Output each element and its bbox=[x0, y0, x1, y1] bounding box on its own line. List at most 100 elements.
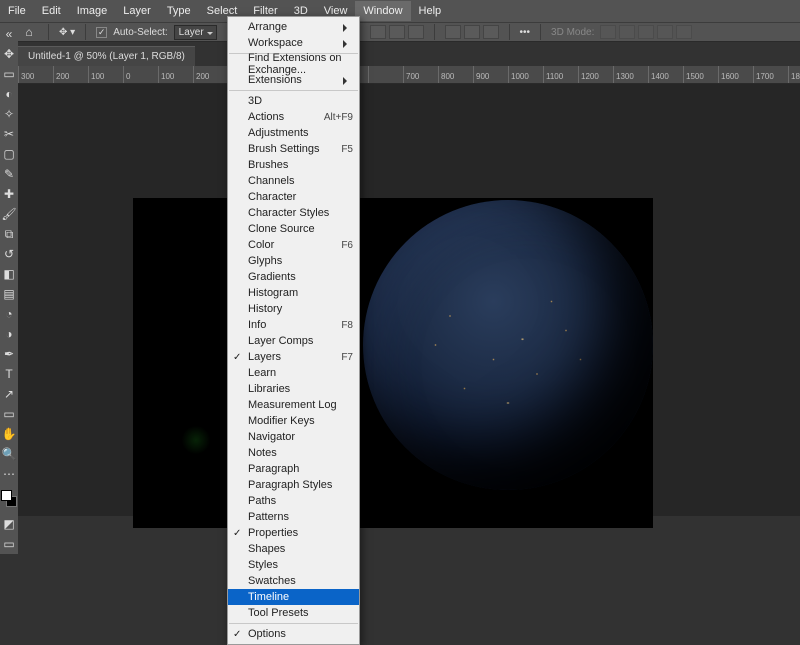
menu-item-learn[interactable]: Learn bbox=[228, 365, 359, 381]
move-tool[interactable]: ✥ bbox=[0, 44, 18, 64]
align-right-icon[interactable] bbox=[408, 25, 424, 39]
eyedrop-tool[interactable]: ✎ bbox=[0, 164, 18, 184]
eraser-tool[interactable]: ◧ bbox=[0, 264, 18, 284]
3d-zoom-icon[interactable] bbox=[676, 25, 692, 39]
frame-tool[interactable]: ▢ bbox=[0, 144, 18, 164]
menu-item-swatches[interactable]: Swatches bbox=[228, 573, 359, 589]
type-tool[interactable]: T bbox=[0, 364, 18, 384]
menu-type[interactable]: Type bbox=[159, 1, 199, 21]
menu-help[interactable]: Help bbox=[411, 1, 450, 21]
menu-item-paths[interactable]: Paths bbox=[228, 493, 359, 509]
stamp-tool[interactable]: ⧉ bbox=[0, 224, 18, 244]
home-icon[interactable]: ⌂ bbox=[20, 22, 38, 42]
menu-item-label: Brush Settings bbox=[248, 143, 320, 155]
menu-item-actions[interactable]: ActionsAlt+F9 bbox=[228, 109, 359, 125]
shape-tool[interactable]: ▭ bbox=[0, 404, 18, 424]
menu-item-arrange[interactable]: Arrange bbox=[228, 19, 359, 35]
menu-item-label: Character Styles bbox=[248, 207, 329, 219]
menu-item-styles[interactable]: Styles bbox=[228, 557, 359, 573]
menu-edit[interactable]: Edit bbox=[34, 1, 69, 21]
dodge-tool[interactable]: ◑ bbox=[0, 324, 18, 344]
align-middle-icon[interactable] bbox=[464, 25, 480, 39]
document-canvas[interactable] bbox=[133, 198, 653, 528]
lasso-tool[interactable]: ◐ bbox=[0, 84, 18, 104]
3d-orbit-icon[interactable] bbox=[600, 25, 616, 39]
align-center-icon[interactable] bbox=[389, 25, 405, 39]
ruler-tick: 700 bbox=[403, 66, 438, 83]
align-bottom-icon[interactable] bbox=[483, 25, 499, 39]
gradient-tool[interactable]: ▤ bbox=[0, 284, 18, 304]
3d-slide-icon[interactable] bbox=[657, 25, 673, 39]
menu-item-label: Arrange bbox=[248, 21, 287, 33]
more-align-icon[interactable]: ••• bbox=[520, 27, 531, 38]
menu-item-notes[interactable]: Notes bbox=[228, 445, 359, 461]
menu-item-3d[interactable]: 3D bbox=[228, 93, 359, 109]
align-left-icon[interactable] bbox=[370, 25, 386, 39]
menu-item-color[interactable]: ColorF6 bbox=[228, 237, 359, 253]
menu-item-navigator[interactable]: Navigator bbox=[228, 429, 359, 445]
align-top-icon[interactable] bbox=[445, 25, 461, 39]
menu-item-clone-source[interactable]: Clone Source bbox=[228, 221, 359, 237]
zoom-tool[interactable]: 🔍 bbox=[0, 444, 18, 464]
menu-layer[interactable]: Layer bbox=[115, 1, 159, 21]
window-menu-dropdown: Arrange Workspace Find Extensions on Excha… bbox=[227, 16, 360, 645]
menu-item-gradients[interactable]: Gradients bbox=[228, 269, 359, 285]
menu-item-label: Styles bbox=[248, 559, 278, 571]
menu-item-measurement-log[interactable]: Measurement Log bbox=[228, 397, 359, 413]
menu-item-properties[interactable]: ✓Properties bbox=[228, 525, 359, 541]
menu-item-options[interactable]: ✓Options bbox=[228, 626, 359, 642]
marquee-tool[interactable]: ▭ bbox=[0, 64, 18, 84]
move-tool-icon[interactable]: ✥ ▾ bbox=[59, 27, 75, 38]
menu-item-layer-comps[interactable]: Layer Comps bbox=[228, 333, 359, 349]
hand-tool[interactable]: ✋ bbox=[0, 424, 18, 444]
menu-item-shapes[interactable]: Shapes bbox=[228, 541, 359, 557]
3d-roll-icon[interactable] bbox=[619, 25, 635, 39]
crop-tool[interactable]: ✂ bbox=[0, 124, 18, 144]
menu-item-find-extensions-on-exchange-[interactable]: Find Extensions on Exchange... bbox=[228, 56, 359, 72]
history-brush-tool[interactable]: ↺ bbox=[0, 244, 18, 264]
menu-item-paragraph[interactable]: Paragraph bbox=[228, 461, 359, 477]
menu-file[interactable]: File bbox=[0, 1, 34, 21]
heal-tool[interactable]: ✚ bbox=[0, 184, 18, 204]
menu-item-extensions[interactable]: Extensions bbox=[228, 72, 359, 88]
menu-item-label: Clone Source bbox=[248, 223, 315, 235]
menu-item-glyphs[interactable]: Glyphs bbox=[228, 253, 359, 269]
menu-item-history[interactable]: History bbox=[228, 301, 359, 317]
menu-item-character[interactable]: Character bbox=[228, 189, 359, 205]
collapse-tools-icon[interactable]: « bbox=[0, 24, 18, 44]
color-swatches[interactable] bbox=[0, 490, 18, 514]
path-tool[interactable]: ↗ bbox=[0, 384, 18, 404]
menu-item-timeline[interactable]: Timeline bbox=[228, 589, 359, 605]
auto-select-checkbox[interactable]: ✓ bbox=[96, 27, 107, 38]
quick-mask-icon[interactable]: ◩ bbox=[0, 514, 18, 534]
menu-item-brush-settings[interactable]: Brush SettingsF5 bbox=[228, 141, 359, 157]
document-tab[interactable]: Untitled-1 @ 50% (Layer 1, RGB/8) bbox=[18, 46, 195, 66]
blur-tool[interactable]: ◔ bbox=[0, 304, 18, 324]
menu-item-patterns[interactable]: Patterns bbox=[228, 509, 359, 525]
menu-image[interactable]: Image bbox=[69, 1, 116, 21]
ruler-tick: 1500 bbox=[683, 66, 718, 83]
menu-item-workspace[interactable]: Workspace bbox=[228, 35, 359, 51]
menu-window[interactable]: Window bbox=[355, 1, 410, 21]
edit-toolbar-tool[interactable]: ⋯ bbox=[0, 464, 18, 484]
pen-tool[interactable]: ✒ bbox=[0, 344, 18, 364]
auto-select-target[interactable]: Layer bbox=[174, 25, 217, 40]
menu-item-adjustments[interactable]: Adjustments bbox=[228, 125, 359, 141]
screen-mode-icon[interactable]: ▭ bbox=[0, 534, 18, 554]
menu-item-modifier-keys[interactable]: Modifier Keys bbox=[228, 413, 359, 429]
menu-item-histogram[interactable]: Histogram bbox=[228, 285, 359, 301]
brush-tool[interactable]: 🖌 bbox=[0, 204, 18, 224]
menu-item-channels[interactable]: Channels bbox=[228, 173, 359, 189]
foreground-swatch[interactable] bbox=[1, 490, 12, 501]
menu-item-layers[interactable]: ✓LayersF7 bbox=[228, 349, 359, 365]
3d-pan-icon[interactable] bbox=[638, 25, 654, 39]
wand-tool[interactable]: ✧ bbox=[0, 104, 18, 124]
menu-item-libraries[interactable]: Libraries bbox=[228, 381, 359, 397]
menu-item-info[interactable]: InfoF8 bbox=[228, 317, 359, 333]
menu-item-label: Channels bbox=[248, 175, 294, 187]
menu-item-tool-presets[interactable]: Tool Presets bbox=[228, 605, 359, 621]
menu-item-brushes[interactable]: Brushes bbox=[228, 157, 359, 173]
menu-item-character-styles[interactable]: Character Styles bbox=[228, 205, 359, 221]
menu-item-paragraph-styles[interactable]: Paragraph Styles bbox=[228, 477, 359, 493]
ruler-tick: 200 bbox=[193, 66, 228, 83]
